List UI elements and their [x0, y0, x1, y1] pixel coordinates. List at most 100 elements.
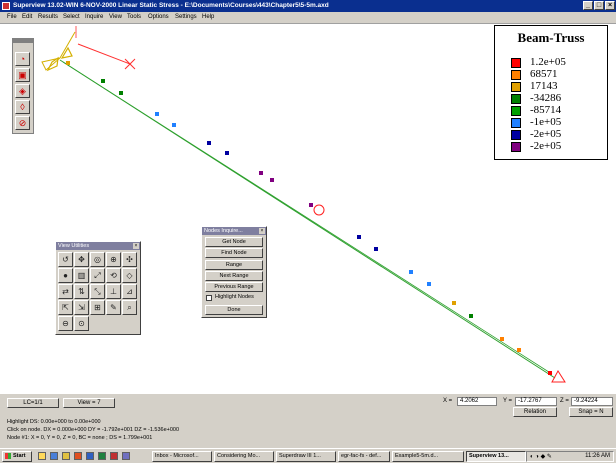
- zoom-out-icon[interactable]: ⊖: [58, 316, 73, 331]
- view-y-icon[interactable]: ⇅: [74, 284, 89, 299]
- node-marker: [225, 151, 229, 155]
- mail-icon[interactable]: [62, 452, 70, 460]
- select-element-tool-icon[interactable]: ◊: [15, 100, 30, 114]
- view-yz-icon[interactable]: ⇲: [74, 300, 89, 315]
- app-quicklaunch-icon-2[interactable]: [122, 452, 130, 460]
- axis-icon[interactable]: ⊥: [106, 284, 121, 299]
- app-quicklaunch-icon[interactable]: [110, 452, 118, 460]
- menu-select[interactable]: Select: [63, 14, 80, 20]
- taskbar-task[interactable]: egr-fac-fs - def...: [338, 451, 390, 462]
- node-marker: [66, 61, 70, 65]
- move-icon[interactable]: ✣: [122, 252, 137, 267]
- highlight-nodes-checkbox[interactable]: [206, 295, 212, 301]
- pin-support-icon: [551, 370, 566, 383]
- menu-results[interactable]: Results: [38, 14, 58, 20]
- tool-palette: ◔ ▣ ◈ ◊ ⊘: [12, 38, 34, 134]
- palette-grip[interactable]: [13, 39, 33, 43]
- excel-icon[interactable]: [98, 452, 106, 460]
- close-button[interactable]: ×: [605, 1, 615, 10]
- maximize-button[interactable]: □: [594, 1, 604, 10]
- rotate-icon[interactable]: ↺: [58, 252, 73, 267]
- previous-range-button[interactable]: Previous Range: [205, 282, 263, 292]
- legend-value: -2e+05: [530, 128, 562, 140]
- nodes-dialog-close-button[interactable]: ×: [259, 228, 265, 234]
- x-coordinate-field[interactable]: 4.2062: [457, 397, 497, 406]
- node-marker: [409, 270, 413, 274]
- view-utilities-close-button[interactable]: ×: [133, 243, 139, 249]
- view-iso-icon[interactable]: ⊿: [122, 284, 137, 299]
- legend-swatch: [511, 118, 521, 128]
- relation-button[interactable]: Relation: [513, 407, 557, 417]
- next-range-button[interactable]: Next Range: [205, 271, 263, 281]
- powerpoint-icon[interactable]: [74, 452, 82, 460]
- select-poly-tool-icon[interactable]: ◈: [15, 84, 30, 98]
- node-marker: [357, 235, 361, 239]
- taskbar-task[interactable]: Inbox - Microsof...: [152, 451, 212, 462]
- legend-value: 1.2e+05: [530, 56, 566, 68]
- magnify-plus-icon[interactable]: ⊙: [74, 316, 89, 331]
- rotate-z-icon[interactable]: ⟲: [106, 268, 121, 283]
- load-case-button[interactable]: LC=1/1: [7, 398, 59, 408]
- perspective-icon[interactable]: ◇: [122, 268, 137, 283]
- menu-file[interactable]: File: [7, 14, 17, 20]
- node-marker: [469, 314, 473, 318]
- fit-icon[interactable]: ⤢: [90, 268, 105, 283]
- system-tray: ◐ ◑ ◆ ✎ 11:26 AM: [526, 451, 614, 462]
- find-node-button[interactable]: Find Node: [205, 248, 263, 258]
- highlight-nodes-label: Highlight Nodes: [215, 294, 254, 300]
- view-x-icon[interactable]: ⇄: [58, 284, 73, 299]
- node-marker: [427, 282, 431, 286]
- tray-icons[interactable]: ◐ ◑ ◆ ✎: [530, 453, 552, 460]
- zoom-in-icon[interactable]: ⊕: [106, 252, 121, 267]
- view-z-icon[interactable]: ⤡: [90, 284, 105, 299]
- wire-icon[interactable]: ▥: [74, 268, 89, 283]
- select-box-tool-icon[interactable]: ▣: [15, 68, 30, 82]
- get-node-button[interactable]: Get Node: [205, 237, 263, 247]
- app-icon: [2, 2, 10, 10]
- legend-swatch: [511, 130, 521, 140]
- node-marker: [374, 247, 378, 251]
- browser-icon[interactable]: [50, 452, 58, 460]
- start-button[interactable]: Start: [2, 451, 32, 462]
- select-node-tool-icon[interactable]: ◔: [15, 52, 30, 66]
- done-button[interactable]: Done: [205, 305, 263, 315]
- menu-view[interactable]: View: [109, 14, 122, 20]
- menu-bar: File Edit Results Select Inquire View To…: [0, 12, 616, 24]
- node-marker: [155, 112, 159, 116]
- view-xy-icon[interactable]: ⇱: [58, 300, 73, 315]
- desktop-icon[interactable]: [38, 452, 46, 460]
- word-icon[interactable]: [86, 452, 94, 460]
- minimize-button[interactable]: _: [583, 1, 593, 10]
- menu-inquire[interactable]: Inquire: [85, 14, 103, 20]
- menu-settings[interactable]: Settings: [175, 14, 197, 20]
- menu-options[interactable]: Options: [148, 14, 169, 20]
- selected-node-circle: [313, 204, 325, 216]
- view-number-button[interactable]: View = 7: [63, 398, 115, 408]
- node-marker: [548, 371, 552, 375]
- view-utilities-title: View Utilities: [56, 242, 140, 250]
- status-line-2: Click on node. DX = 0.000e+000 DY = -1.7…: [7, 427, 180, 433]
- pan-icon[interactable]: ✥: [74, 252, 89, 267]
- magnify-icon[interactable]: ⌕: [122, 300, 137, 315]
- zoom-icon[interactable]: ◎: [90, 252, 105, 267]
- pen-icon[interactable]: ✎: [106, 300, 121, 315]
- sphere-icon[interactable]: ●: [58, 268, 73, 283]
- status-line-3: Node #1: X = 0, Y = 0, Z = 0, BC = none …: [7, 435, 153, 441]
- menu-edit[interactable]: Edit: [22, 14, 32, 20]
- taskbar-task-active[interactable]: Superview 13...: [466, 451, 526, 462]
- z-coordinate-field[interactable]: -9.24224: [571, 397, 613, 406]
- node-marker: [101, 79, 105, 83]
- legend-value: 68571: [530, 68, 558, 80]
- menu-help[interactable]: Help: [202, 14, 214, 20]
- taskbar-task[interactable]: Example5-5m.d...: [392, 451, 464, 462]
- menu-tools[interactable]: Tools: [127, 14, 141, 20]
- y-coordinate-field[interactable]: -17.2767: [515, 397, 557, 406]
- range-button[interactable]: Range: [205, 260, 263, 270]
- taskbar-task[interactable]: Superdraw III 1...: [276, 451, 336, 462]
- deselect-tool-icon[interactable]: ⊘: [15, 116, 30, 130]
- taskbar-task[interactable]: Considering Mo...: [214, 451, 274, 462]
- view-xz-icon[interactable]: ⊞: [90, 300, 105, 315]
- taskbar: Start Inbox - Microsof... Considering Mo…: [0, 448, 616, 463]
- node-marker: [270, 178, 274, 182]
- snap-button[interactable]: Snap = N: [569, 407, 613, 417]
